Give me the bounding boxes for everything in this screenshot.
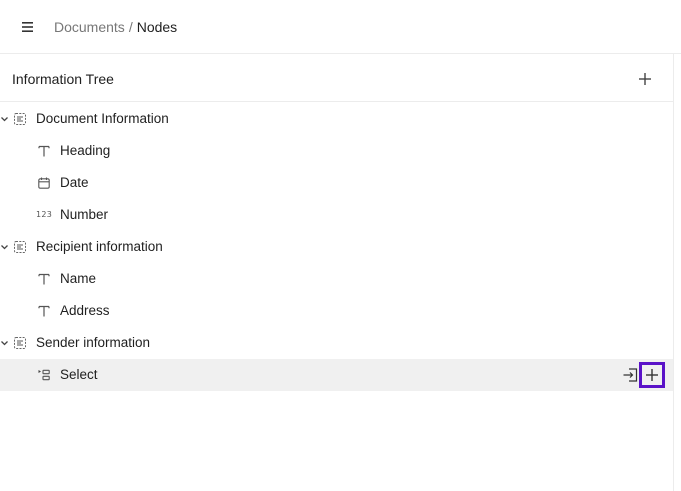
nodes-page: Documents / Nodes Information Tree Documen… bbox=[0, 0, 681, 491]
tree-node-name[interactable]: Name bbox=[0, 263, 673, 295]
add-root-node-button[interactable] bbox=[635, 69, 655, 89]
tree-node-select[interactable]: Select bbox=[0, 359, 673, 391]
chevron-down-icon[interactable] bbox=[0, 243, 9, 252]
tree-node-address[interactable]: Address bbox=[0, 295, 673, 327]
tree-node-label: Select bbox=[60, 367, 98, 382]
tree-node-label: Number bbox=[60, 207, 109, 222]
breadcrumb-documents-link[interactable]: Documents bbox=[54, 19, 125, 35]
tree-node-date[interactable]: Date bbox=[0, 167, 673, 199]
text-type-icon bbox=[38, 305, 50, 317]
tree-group-label: Sender information bbox=[36, 335, 151, 350]
tree-node-heading[interactable]: Heading bbox=[0, 135, 673, 167]
hamburger-menu-icon[interactable] bbox=[20, 19, 36, 35]
section-group-icon bbox=[14, 337, 26, 349]
tree-group-document-information[interactable]: Document Information bbox=[0, 103, 673, 135]
breadcrumb-separator: / bbox=[128, 19, 133, 35]
tree-group-label: Recipient information bbox=[36, 239, 163, 254]
calendar-icon bbox=[38, 177, 50, 189]
tree-group-label: Document Information bbox=[36, 111, 169, 126]
information-tree-panel: Information Tree Document Information He… bbox=[0, 54, 674, 491]
select-type-icon bbox=[38, 369, 50, 381]
tree-group-recipient-information[interactable]: Recipient information bbox=[0, 231, 673, 263]
tree-node-number[interactable]: 123 Number bbox=[0, 199, 673, 231]
chevron-down-icon[interactable] bbox=[0, 339, 9, 348]
number-type-icon: 123 bbox=[36, 210, 53, 219]
panel-title: Information Tree bbox=[12, 71, 114, 87]
text-type-icon bbox=[38, 145, 50, 157]
tree-node-label: Date bbox=[60, 175, 89, 190]
chevron-down-icon[interactable] bbox=[0, 115, 9, 124]
add-child-node-button[interactable] bbox=[639, 362, 665, 388]
panel-header: Information Tree bbox=[0, 54, 673, 102]
section-group-icon bbox=[14, 113, 26, 125]
section-group-icon bbox=[14, 241, 26, 253]
top-bar: Documents / Nodes bbox=[0, 0, 681, 54]
tree-group-sender-information[interactable]: Sender information bbox=[0, 327, 673, 359]
tree-node-label: Heading bbox=[60, 143, 111, 158]
tree-node-label: Name bbox=[60, 271, 97, 286]
breadcrumb-current-page: Nodes bbox=[136, 19, 178, 35]
text-type-icon bbox=[38, 273, 50, 285]
tree-node-label: Address bbox=[60, 303, 110, 318]
breadcrumb: Documents / Nodes bbox=[54, 17, 177, 37]
